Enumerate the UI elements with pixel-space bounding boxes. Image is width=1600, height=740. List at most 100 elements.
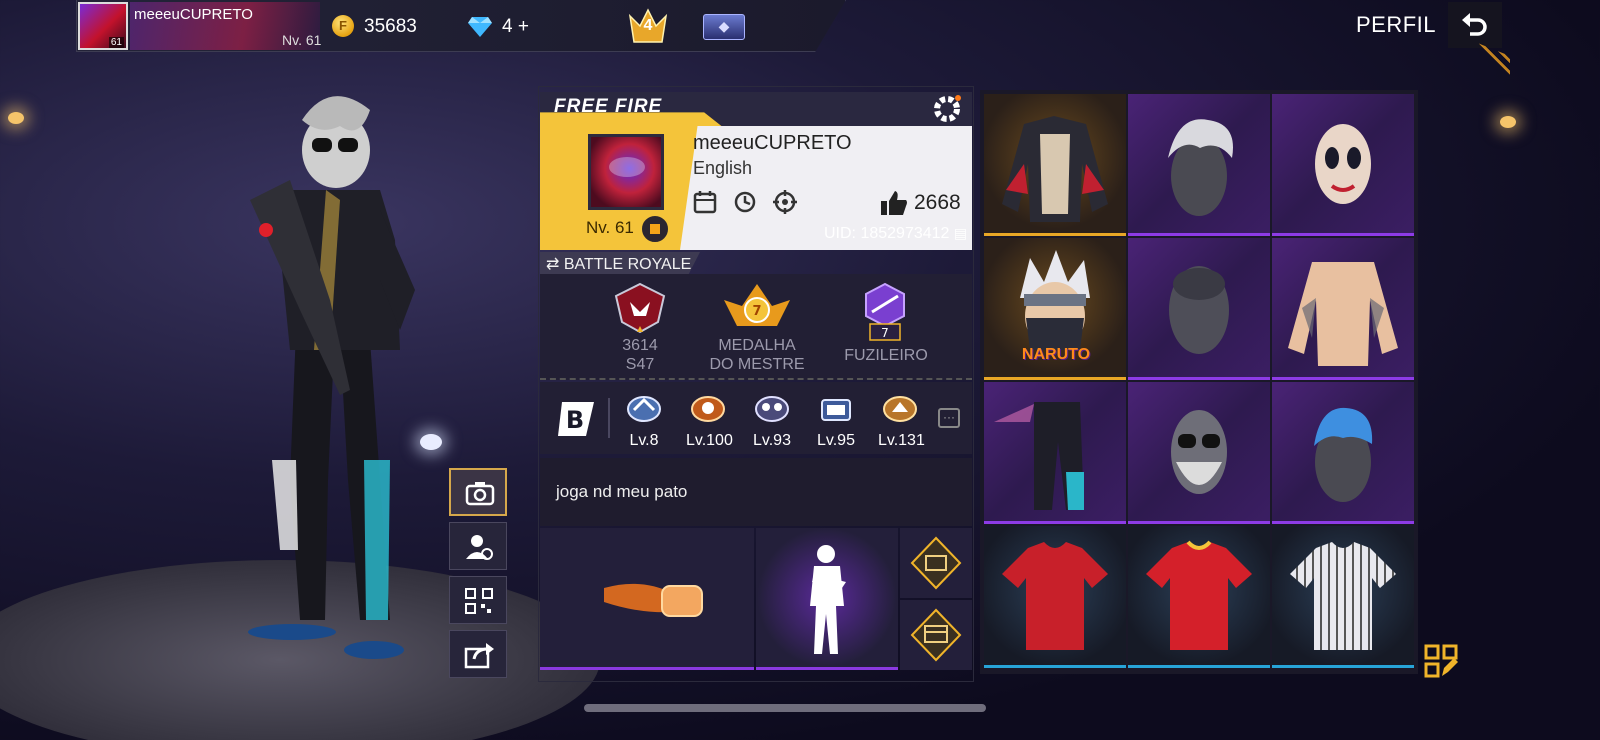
beard-sunglasses-item-icon xyxy=(1171,410,1227,494)
coin-balance[interactable]: 35683 xyxy=(364,16,417,38)
rifleman-badge-icon[interactable]: 7 xyxy=(862,282,908,342)
br-rank-points: 3614 xyxy=(622,337,658,354)
qr-code-button[interactable] xyxy=(449,576,507,624)
gear-icon[interactable] xyxy=(932,94,962,124)
master-medal-icon[interactable]: 7 xyxy=(722,280,792,336)
pants-item-icon xyxy=(994,402,1084,510)
outfit-slot-shirt-2[interactable] xyxy=(1128,526,1270,668)
fist-emote-icon xyxy=(604,583,703,617)
br-rank-stats: 3614 S47 xyxy=(604,336,676,374)
svg-text:B: B xyxy=(566,406,584,434)
top-player-name: meeeuCUPRETO xyxy=(134,6,253,23)
likes-count: 2668 xyxy=(914,191,961,214)
uid-text: UID: 1852973412 xyxy=(824,225,950,242)
crosshair-icon[interactable] xyxy=(773,190,797,214)
badge-2[interactable]: Lv.100 xyxy=(686,392,733,450)
outfit-slot-body[interactable] xyxy=(1272,238,1414,380)
badge-1-icon xyxy=(627,396,661,422)
history-icon[interactable] xyxy=(733,190,757,214)
badge-2-level: Lv.100 xyxy=(686,432,733,449)
rifleman-label: FUZILEIRO xyxy=(844,347,928,364)
profile-name: meeeuCUPRETO xyxy=(693,132,852,154)
badge-5-icon xyxy=(883,396,917,422)
br-rank-icon[interactable] xyxy=(612,282,668,336)
home-indicator-bar xyxy=(584,704,986,712)
br-rank-season: S47 xyxy=(625,356,655,373)
back-arrow-icon xyxy=(1462,13,1487,36)
outfit-slot-shirt-3[interactable] xyxy=(1272,526,1414,668)
qr-code-icon xyxy=(465,588,493,614)
camera-button[interactable] xyxy=(449,468,507,516)
red-shirt-item-icon xyxy=(1002,542,1108,650)
profile-avatar[interactable] xyxy=(588,134,664,210)
more-badges-button[interactable]: ··· xyxy=(938,408,960,428)
master-medal-number: 7 xyxy=(752,304,761,319)
player-avatar-small[interactable]: 61 xyxy=(78,2,128,50)
badge-1[interactable]: Lv.8 xyxy=(622,392,666,450)
outfit-slot-head[interactable] xyxy=(1128,238,1270,380)
badge-4[interactable]: Lv.95 xyxy=(814,392,858,450)
striped-jersey-item-icon xyxy=(1290,542,1396,650)
mode-label: ⇄ BATTLE ROYALE xyxy=(546,256,692,273)
master-medal-line2: DO MESTRE xyxy=(709,356,805,373)
player-uid[interactable]: UID: 1852973412 ▤ xyxy=(824,225,967,243)
diamond-count: 4 xyxy=(502,16,513,37)
booyah-pass-logo-icon[interactable]: B xyxy=(556,398,598,440)
badge-5-level: Lv.131 xyxy=(878,432,925,449)
naruto-logo: NARUTO xyxy=(1021,346,1091,363)
outfit-slot-shirt-1[interactable] xyxy=(984,526,1126,668)
top-player-level: Nv. 61 xyxy=(282,32,322,48)
profile-level: Nv. 61 xyxy=(586,218,634,237)
edit-outfit-icon[interactable] xyxy=(1424,644,1458,678)
calendar-icon[interactable] xyxy=(693,190,717,214)
share-icon xyxy=(464,643,494,669)
diamond-balance[interactable]: 4 + xyxy=(502,16,529,38)
avatar-icon xyxy=(466,535,493,560)
avatar-level: 61 xyxy=(108,37,124,48)
back-button[interactable] xyxy=(1448,2,1502,48)
badge-2-icon xyxy=(691,396,725,422)
master-medal-label: MEDALHA DO MESTRE xyxy=(700,336,814,374)
outfit-slot-face[interactable] xyxy=(1272,94,1414,236)
blue-hair-item-icon xyxy=(1314,407,1373,502)
background-light xyxy=(1500,116,1516,128)
badge-3-level: Lv.93 xyxy=(753,432,791,449)
tattoo-torso-item-icon xyxy=(1288,262,1398,366)
outfit-slot-hair-2[interactable] xyxy=(1272,382,1414,524)
outfit-slot-mask[interactable]: NARUTO xyxy=(984,238,1126,380)
emote-slot[interactable] xyxy=(756,528,898,670)
diamond-plus: + xyxy=(517,16,529,37)
avatar-button[interactable] xyxy=(449,522,507,570)
rifleman-badge-number: 7 xyxy=(881,326,889,340)
badges-divider xyxy=(608,398,610,438)
profile-stat-icons xyxy=(693,190,797,214)
badge-1-level: Lv.8 xyxy=(629,432,659,449)
weapon-skin-slot[interactable] xyxy=(540,528,754,670)
pet-slot[interactable] xyxy=(900,528,972,598)
share-button[interactable] xyxy=(449,630,507,678)
event-badge-icon xyxy=(910,608,962,662)
balaclava-item-icon xyxy=(1169,266,1229,354)
gift-icon[interactable] xyxy=(640,214,670,244)
likes-counter[interactable]: 2668 xyxy=(880,190,961,216)
outfit-slot-pants[interactable] xyxy=(984,382,1126,524)
copy-icon[interactable]: ▤ xyxy=(954,225,967,241)
face-paint-item-icon xyxy=(1315,124,1371,204)
profile-language: English xyxy=(693,158,753,178)
pet-badge-icon xyxy=(910,536,962,590)
outfit-slot-accessory[interactable] xyxy=(1128,382,1270,524)
player-character[interactable] xyxy=(230,80,430,680)
bio-text: joga nd meu pato xyxy=(556,482,688,501)
hair-item-icon xyxy=(1168,119,1233,216)
outfit-slot-hair[interactable] xyxy=(1128,94,1270,236)
elite-pass-icon[interactable] xyxy=(703,14,745,40)
free-fire-logo: FREE FIRE xyxy=(554,96,663,117)
master-medal-line1: MEDALHA xyxy=(718,337,796,354)
rank-crown-badge[interactable]: 4 xyxy=(626,6,670,48)
outfit-slot-top[interactable] xyxy=(984,94,1126,236)
badge-3[interactable]: Lv.93 xyxy=(750,392,794,450)
calendar-slot[interactable] xyxy=(900,600,972,670)
badge-5[interactable]: Lv.131 xyxy=(878,392,925,450)
emote-figure-icon xyxy=(810,545,846,654)
jacket-item-icon xyxy=(1002,116,1108,222)
